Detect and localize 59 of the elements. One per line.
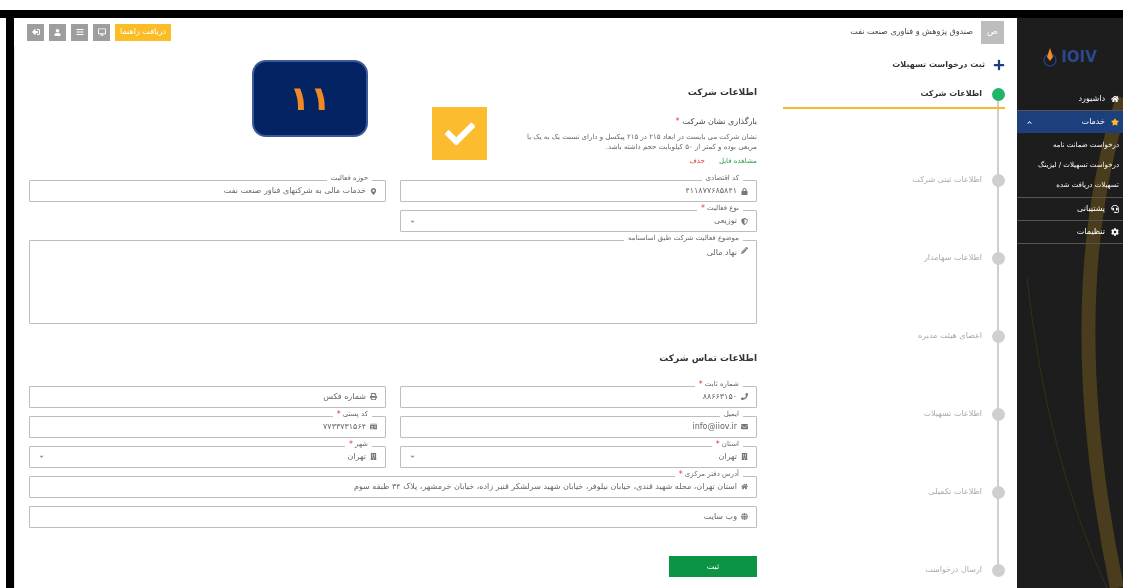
step-item[interactable]: اطلاعات شرکت — [783, 87, 1005, 109]
house-icon — [741, 483, 748, 490]
field-value: ۴۱۱۸۷۷۶۸۵۸۴۱ — [685, 185, 737, 197]
flame-logo-icon — [1043, 47, 1058, 67]
field-value: خدمات مالی به شرکتهای فناور صنعت نفت — [223, 185, 366, 197]
field-value: ۸۸۶۶۳۱۵۰ — [702, 390, 737, 403]
section-title: اطلاعات شرکت — [686, 86, 757, 100]
user-button[interactable] — [49, 23, 66, 41]
field-placeholder[interactable]: شماره فکس — [38, 390, 366, 403]
logout-icon — [31, 28, 40, 36]
input-field[interactable]: ۴۱۱۸۷۷۶۸۵۸۴۱ — [400, 180, 757, 202]
plus-icon — [993, 59, 1005, 71]
input-field[interactable]: وب سایت — [29, 505, 757, 528]
caret-icon — [1027, 119, 1032, 125]
menu-button[interactable] — [71, 23, 88, 41]
lock-icon — [741, 187, 748, 195]
caret-icon — [409, 453, 416, 460]
map-pin-icon — [370, 187, 377, 195]
menu-icon — [75, 28, 84, 36]
sidebar-item[interactable]: تنظیمات — [1017, 221, 1123, 243]
shield-icon — [741, 217, 748, 225]
printer-icon — [370, 393, 377, 400]
field-value: تهران — [347, 450, 366, 463]
monitor-button[interactable] — [93, 23, 110, 41]
headset-icon — [1111, 205, 1119, 213]
required-mark: * — [701, 204, 706, 213]
phone-icon — [741, 393, 748, 400]
gear-icon — [1111, 228, 1119, 236]
pencil-icon — [741, 247, 748, 254]
sidebar-item[interactable]: خدمات — [1017, 111, 1123, 133]
upload-label: بارگذاری نشان شرکت — [682, 115, 757, 128]
field-value: ۷۷۳۳۷۳۱۵۶۴ — [323, 420, 366, 433]
section-title: اطلاعات تماس شرکت — [658, 352, 757, 366]
input-field[interactable]: شماره فکس — [29, 385, 386, 408]
field-value: توزیعی — [714, 215, 737, 227]
building-icon — [741, 453, 748, 460]
logout-button[interactable] — [27, 23, 44, 41]
logo-text: IOIV — [1061, 46, 1097, 68]
sidebar-item[interactable]: داشبورد — [1017, 88, 1123, 110]
user-icon — [54, 28, 61, 36]
field-value: نهاد مالی — [706, 247, 737, 259]
star-icon — [1111, 118, 1119, 126]
field-value: تهران — [718, 450, 737, 463]
sidebar-item[interactable]: پشتیبانی — [1017, 198, 1123, 220]
field-value: info@iiov.ir — [692, 420, 737, 433]
card-icon — [370, 423, 377, 430]
envelope-icon — [741, 423, 748, 430]
globe-icon — [741, 513, 748, 520]
number-badge: ۱۱ — [252, 60, 368, 137]
submit-button[interactable]: ثبت — [669, 556, 757, 577]
field-value: استان تهران، محله شهید قندی، خیابان نیلوفر، خیابان شهید سرلشکر قنبر زاده، خیابان خرمشهر، پلاک ۳۴ طبقه سوم — [354, 480, 737, 493]
field-placeholder[interactable]: وب سایت — [38, 510, 737, 523]
page-title: ثبت درخواست تسهیلات — [892, 59, 985, 71]
building-icon — [370, 453, 377, 460]
house-icon — [1111, 95, 1119, 103]
required-mark: * — [675, 115, 680, 128]
caret-icon — [38, 453, 45, 460]
monitor-icon — [97, 28, 106, 36]
organization-name: صندوق پژوهش و فناوری صنعت نفت — [850, 26, 973, 38]
